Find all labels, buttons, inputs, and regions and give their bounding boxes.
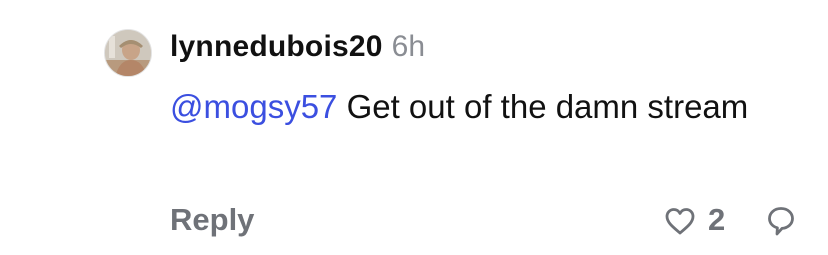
comment-item: lynnedubois20 6h @mogsy57 Get out of the… xyxy=(0,0,828,255)
like-count: 2 xyxy=(708,202,726,237)
mention-link[interactable]: @mogsy57 xyxy=(170,88,337,125)
comment-text: @mogsy57 Get out of the damn stream xyxy=(170,84,770,130)
speech-bubble-icon xyxy=(768,207,794,236)
reply-button[interactable]: Reply xyxy=(170,202,254,238)
timestamp: 6h xyxy=(391,30,426,63)
username-link[interactable]: lynnedubois20 xyxy=(170,30,383,64)
comment-message: Get out of the damn stream xyxy=(337,88,749,125)
reply-bubble-button[interactable] xyxy=(765,205,797,237)
like-button[interactable] xyxy=(663,205,697,237)
comment-header: lynnedubois20 6h xyxy=(170,30,425,70)
avatar[interactable] xyxy=(104,29,152,77)
heart-outline-icon xyxy=(665,208,695,235)
